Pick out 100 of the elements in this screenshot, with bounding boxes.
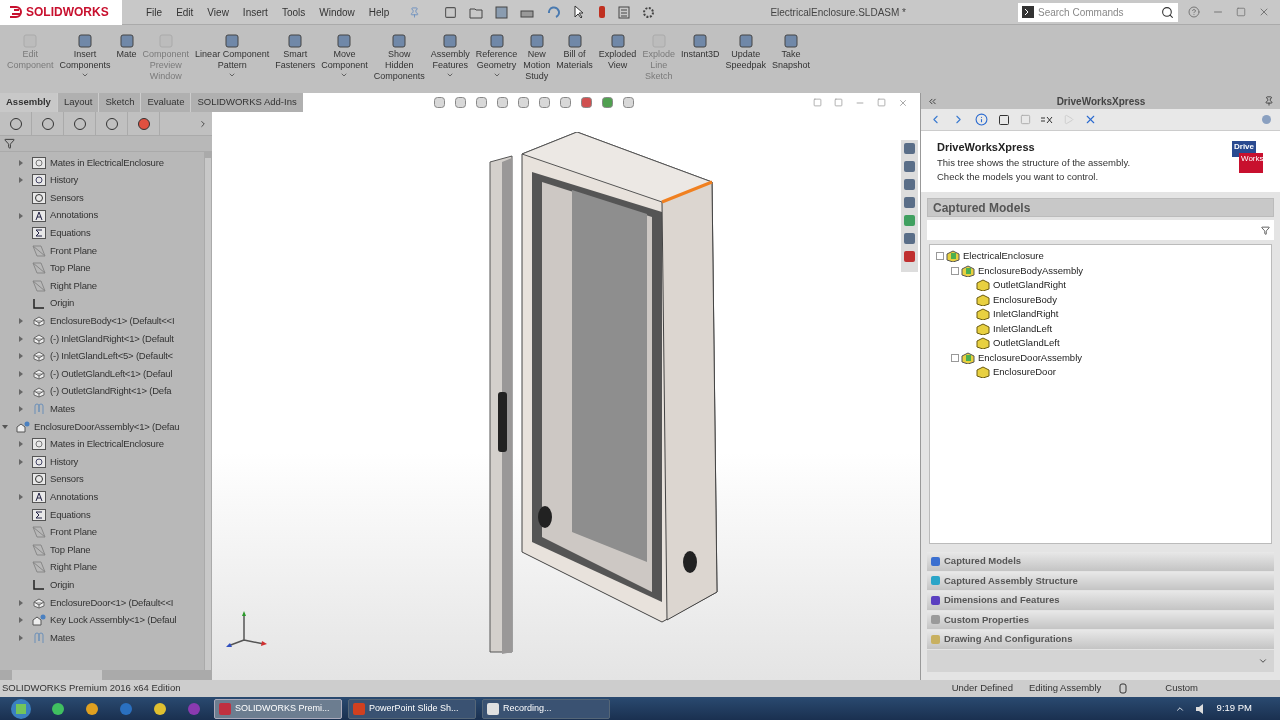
restore-icon[interactable] xyxy=(1236,7,1246,17)
units-dropdown[interactable]: Custom xyxy=(1165,681,1198,696)
tree-item[interactable]: Top Plane xyxy=(50,542,91,557)
expand-arrow-icon[interactable] xyxy=(18,370,24,377)
taskbar-app[interactable]: Recording... xyxy=(482,698,610,719)
expand-arrow-icon[interactable] xyxy=(18,318,24,325)
tree-item[interactable]: Mates in ElectricalEnclosure xyxy=(50,155,164,170)
ribbon-button[interactable]: Smart Fasteners xyxy=(272,33,319,71)
horizontal-scrollbar[interactable] xyxy=(0,670,212,680)
tree-item[interactable]: EnclosureBody xyxy=(993,292,1057,307)
tile-right-icon[interactable] xyxy=(834,98,843,107)
tree-item[interactable]: Right Plane xyxy=(50,560,97,575)
menu-item[interactable]: Window xyxy=(319,4,355,20)
tree-item[interactable]: EnclosureDoor<1> (Default<<I xyxy=(50,595,174,610)
tree-item[interactable]: Sensors xyxy=(50,472,84,487)
tile-left-icon[interactable] xyxy=(813,98,822,107)
menu-item[interactable]: Help xyxy=(368,4,390,20)
ribbon-button[interactable]: Linear Component Pattern xyxy=(192,33,273,79)
collapse-box-icon[interactable] xyxy=(951,266,959,275)
ribbon-button[interactable]: Bill of Materials xyxy=(553,33,596,71)
menu-item[interactable]: Insert xyxy=(242,4,268,20)
expand-arrow-icon[interactable] xyxy=(18,159,24,166)
tree-item[interactable]: (-) InletGlandLeft<5> (Default< xyxy=(50,349,173,364)
ribbon-button[interactable]: Show Hidden Components xyxy=(370,33,428,82)
filter-field[interactable] xyxy=(927,220,1274,240)
dropdown-caret-icon[interactable] xyxy=(228,71,237,79)
tree-item[interactable]: Equations xyxy=(50,226,91,241)
tree-item[interactable]: Front Plane xyxy=(50,243,97,258)
tree-item[interactable]: (-) OutletGlandRight<1> (Defa xyxy=(50,384,172,399)
expand-arrow-icon[interactable] xyxy=(18,212,24,219)
tree-item[interactable]: Mates xyxy=(50,402,75,417)
expand-arrow-icon[interactable] xyxy=(18,353,24,360)
collapse-box-icon[interactable] xyxy=(951,353,959,362)
expand-arrow-icon[interactable] xyxy=(18,335,24,342)
menu-item[interactable]: File xyxy=(146,4,163,20)
ribbon-button[interactable]: New Motion Study xyxy=(520,33,554,82)
close-icon[interactable] xyxy=(898,97,908,108)
tree-item[interactable]: EnclosureDoor xyxy=(993,365,1056,380)
tree-item[interactable]: Equations xyxy=(50,507,91,522)
traffic-light-icon[interactable] xyxy=(598,5,607,19)
tree-item[interactable]: Right Plane xyxy=(50,278,97,294)
expand-arrow-icon[interactable] xyxy=(18,617,24,624)
collapse-box-icon[interactable] xyxy=(936,252,944,261)
tree-item[interactable]: InletGlandLeft xyxy=(993,321,1053,336)
tree-item[interactable]: History xyxy=(50,454,79,469)
tree-item[interactable]: Mates in ElectricalEnclosure xyxy=(50,437,164,452)
expand-arrow-icon[interactable] xyxy=(18,458,24,465)
search-field[interactable]: Search Commands xyxy=(1018,2,1178,22)
tree-item[interactable]: Front Plane xyxy=(50,525,97,540)
dropdown-caret-icon[interactable] xyxy=(446,71,455,79)
tree-item[interactable]: Sensors xyxy=(50,190,84,206)
expand-arrow-icon[interactable] xyxy=(18,388,24,395)
tree-item[interactable]: Mates xyxy=(50,630,75,645)
tree-item[interactable]: ElectricalEnclosure xyxy=(963,249,1044,264)
pin-icon[interactable] xyxy=(409,6,421,18)
tree-item[interactable]: EnclosureDoorAssembly xyxy=(978,350,1082,365)
chevron-right-icon[interactable] xyxy=(198,118,208,129)
command-tab[interactable]: SOLIDWORKS Add-Ins xyxy=(190,93,303,112)
tree-item[interactable]: InletGlandRight xyxy=(993,307,1059,322)
close-icon[interactable] xyxy=(1084,113,1097,126)
command-tab[interactable]: Sketch xyxy=(98,93,141,112)
expand-arrow-icon[interactable] xyxy=(18,406,24,413)
menu-item[interactable]: Edit xyxy=(176,4,194,20)
menu-item[interactable]: View xyxy=(207,4,229,20)
tree-item[interactable]: EnclosureBody<1> (Default<<I xyxy=(50,314,175,329)
tree-item[interactable]: OutletGlandLeft xyxy=(993,336,1060,351)
tree-item[interactable]: EnclosureBodyAssembly xyxy=(978,263,1084,278)
open-folder-icon[interactable] xyxy=(469,5,484,19)
tree-item[interactable]: (-) InletGlandRight<1> (Default xyxy=(50,331,174,346)
close-icon[interactable] xyxy=(1258,6,1270,18)
taskbar-app[interactable]: SOLIDWORKS Premi... xyxy=(214,698,342,719)
taskbar-app[interactable]: PowerPoint Slide Sh... xyxy=(348,698,476,719)
tree-item[interactable]: (-) OutletGlandLeft<1> (Defaul xyxy=(50,366,173,382)
ribbon-button[interactable]: Exploded View xyxy=(595,33,640,71)
undo-icon[interactable] xyxy=(546,5,561,19)
tree-item[interactable]: Origin xyxy=(50,577,75,593)
tree-item[interactable]: OutletGlandRight xyxy=(993,278,1066,293)
pin-icon[interactable] xyxy=(1264,96,1274,106)
dropdown-caret-icon[interactable] xyxy=(81,71,90,79)
tree-item[interactable]: EnclosureDoorAssembly<1> (Defau xyxy=(34,419,180,434)
tree-item[interactable]: Origin xyxy=(50,296,75,311)
expand-arrow-icon[interactable] xyxy=(18,494,24,501)
expand-arrow-icon[interactable] xyxy=(18,441,24,448)
formula-icon[interactable] xyxy=(1041,115,1053,124)
command-tab[interactable]: Evaluate xyxy=(140,93,191,112)
search-icon[interactable] xyxy=(1161,5,1174,19)
restore-icon[interactable] xyxy=(877,98,886,107)
ribbon-button[interactable]: Reference Geometry xyxy=(472,33,521,79)
expand-arrow-icon[interactable] xyxy=(18,177,24,184)
command-tab[interactable]: Assembly xyxy=(0,93,57,112)
ribbon-button[interactable]: Take Snapshot xyxy=(769,33,813,71)
clock-text[interactable]: 9:19 PM xyxy=(1216,701,1252,716)
filter-icon[interactable] xyxy=(4,138,15,149)
ribbon-button[interactable]: Update Speedpak xyxy=(722,33,769,71)
tree-item[interactable]: Top Plane xyxy=(50,261,91,276)
accordion-section[interactable]: Captured Models xyxy=(927,552,1274,571)
dropdown-caret-icon[interactable] xyxy=(340,71,349,79)
ribbon-button[interactable]: Move Component xyxy=(318,33,371,79)
tree-item[interactable]: Annotations xyxy=(50,489,98,505)
ribbon-button[interactable]: Mate xyxy=(113,33,140,60)
